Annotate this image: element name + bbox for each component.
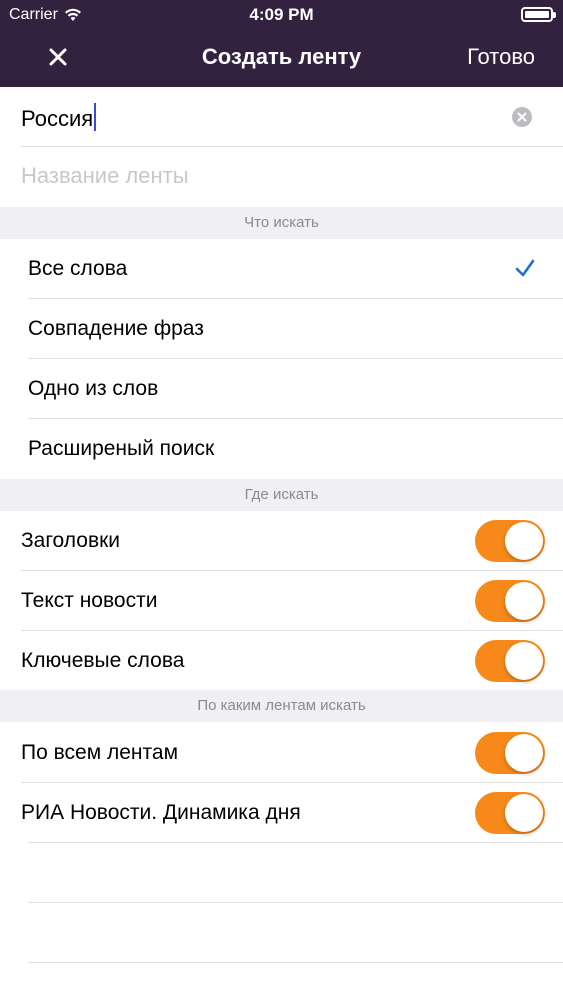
news-text-switch[interactable]: [475, 580, 545, 622]
text-caret: [94, 103, 97, 131]
switch-knob: [505, 582, 543, 620]
navigation-bar: Создать ленту Готово: [0, 30, 563, 87]
option-any-word[interactable]: Одно из слов: [0, 359, 563, 419]
all-feeds-switch[interactable]: [475, 732, 545, 774]
toggle-row-keywords: Ключевые слова: [0, 631, 563, 691]
toggle-row-ria-feed: РИА Новости. Динамика дня: [0, 783, 563, 843]
option-label: Одно из слов: [28, 377, 159, 400]
done-button[interactable]: Готово: [467, 44, 535, 70]
status-time: 4:09 PM: [249, 5, 314, 24]
search-query-field[interactable]: Россия: [0, 87, 563, 147]
switch-knob: [505, 734, 543, 772]
option-label: Расширеный поиск: [28, 437, 215, 460]
feed-name-input[interactable]: Название ленты: [21, 163, 189, 189]
toggle-label: По всем лентам: [21, 741, 179, 764]
headlines-switch[interactable]: [475, 520, 545, 562]
search-query-input[interactable]: Россия: [21, 103, 97, 132]
status-bar: Carrier 4:09 PM: [0, 0, 563, 30]
divider: [28, 842, 563, 843]
top-bar: Carrier 4:09 PM Создать ленту Готово: [0, 0, 563, 87]
ria-feed-switch[interactable]: [475, 792, 545, 834]
create-feed-screen: Carrier 4:09 PM Создать ленту Готово Рос…: [0, 0, 563, 1000]
divider: [28, 902, 563, 903]
toggle-row-news-text: Текст новости: [0, 571, 563, 631]
option-advanced-search[interactable]: Расширеный поиск: [0, 419, 563, 479]
divider: [28, 962, 563, 963]
toggle-label: Ключевые слова: [21, 649, 185, 672]
toggle-label: РИА Новости. Динамика дня: [21, 801, 301, 824]
option-all-words[interactable]: Все слова: [0, 239, 563, 299]
clear-icon: [517, 112, 527, 122]
toggle-label: Текст новости: [21, 589, 158, 612]
toggle-row-headlines: Заголовки: [0, 511, 563, 571]
section-header-where: Где искать: [0, 479, 563, 511]
toggle-row-all-feeds: По всем лентам: [0, 723, 563, 783]
option-label: Все слова: [28, 257, 128, 280]
feed-name-field[interactable]: Название ленты: [0, 147, 563, 207]
section-header-feeds: По каким лентам искать: [0, 690, 563, 722]
keywords-switch[interactable]: [475, 640, 545, 682]
option-phrase-match[interactable]: Совпадение фраз: [0, 299, 563, 359]
option-label: Совпадение фраз: [28, 317, 204, 340]
battery-icon: [521, 7, 556, 22]
switch-knob: [505, 522, 543, 560]
search-query-text: Россия: [21, 106, 94, 131]
switch-knob: [505, 642, 543, 680]
toggle-label: Заголовки: [21, 529, 121, 552]
clear-input-button[interactable]: [512, 107, 532, 127]
section-header-what: Что искать: [0, 207, 563, 239]
switch-knob: [505, 794, 543, 832]
checkmark-icon: [515, 259, 535, 277]
